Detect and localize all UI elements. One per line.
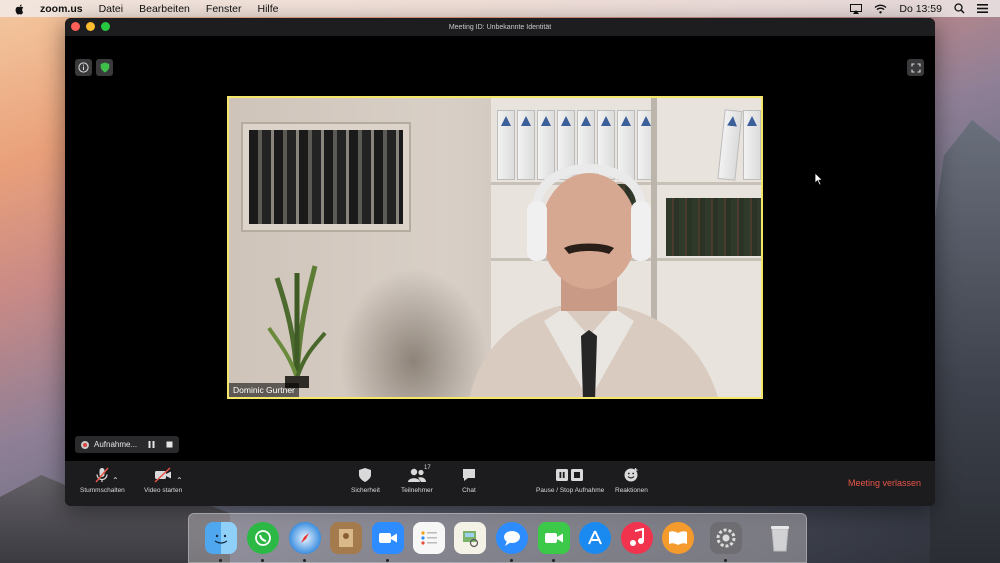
- finder-icon[interactable]: [205, 522, 237, 554]
- zoom-running-dot: [386, 559, 389, 562]
- mouse-cursor-icon: [814, 172, 824, 186]
- system-preferences-icon[interactable]: [710, 522, 742, 554]
- audio-options-chevron-up-icon[interactable]: ⌃: [112, 476, 119, 485]
- stop-recording-icon[interactable]: [166, 441, 173, 448]
- books-icon[interactable]: [662, 522, 694, 554]
- reactions-label: Reaktionen: [615, 487, 648, 494]
- wifi-icon[interactable]: [874, 4, 887, 14]
- plant-image: [267, 265, 327, 388]
- participant-name-label: Dominic Gurtner: [229, 383, 299, 397]
- security-shield-icon: [359, 468, 372, 482]
- security-button[interactable]: Sicherheit: [351, 467, 380, 494]
- menubar-clock[interactable]: Do 13:59: [899, 3, 942, 15]
- meeting-info-button[interactable]: [75, 59, 92, 76]
- reminders-icon[interactable]: [413, 522, 445, 554]
- video-options-chevron-up-icon[interactable]: ⌃: [176, 476, 183, 485]
- participant-person-image: [469, 164, 718, 397]
- microphone-muted-icon: [95, 467, 109, 483]
- spotlight-search-icon[interactable]: [954, 3, 965, 14]
- whatsapp-icon[interactable]: [247, 522, 279, 554]
- airplay-icon[interactable]: [850, 3, 863, 14]
- recording-dot-icon: [81, 440, 89, 449]
- chat-bubble-icon: [463, 469, 475, 481]
- info-icon: [78, 62, 89, 73]
- encryption-button[interactable]: [96, 59, 113, 76]
- zoom-icon[interactable]: [372, 522, 404, 554]
- contacts-icon[interactable]: [330, 522, 362, 554]
- notification-center-icon[interactable]: [977, 4, 988, 13]
- safari-running-dot: [303, 559, 306, 562]
- finder-running-dot: [219, 559, 222, 562]
- app-menu-zoom[interactable]: zoom.us: [40, 3, 83, 15]
- apple-menu-icon[interactable]: [14, 3, 26, 15]
- participants-button[interactable]: 17 Teilnehmer: [401, 465, 433, 494]
- facetime-running-dot: [552, 559, 555, 562]
- chat-label: Chat: [462, 487, 476, 494]
- wall-picture-frame: [241, 122, 411, 232]
- macos-dock: [188, 513, 807, 563]
- participant-video-tile[interactable]: Dominic Gurtner: [227, 96, 763, 399]
- preview-icon[interactable]: [454, 522, 486, 554]
- appstore-icon[interactable]: [579, 522, 611, 554]
- mute-label: Stummschalten: [80, 487, 125, 494]
- recording-label: Aufnahme...: [94, 440, 138, 449]
- wallpaper-mountain-right: [930, 120, 1000, 563]
- recording-indicator: Aufnahme...: [75, 436, 179, 453]
- fullscreen-button[interactable]: [907, 59, 924, 76]
- pause-stop-record-icon: [556, 469, 584, 481]
- music-icon[interactable]: [621, 522, 653, 554]
- security-label: Sicherheit: [351, 487, 380, 494]
- menu-bearbeiten[interactable]: Bearbeiten: [139, 3, 190, 15]
- meeting-toolbar: Stummschalten ⌃ Video starten ⌃ Sicherhe…: [65, 461, 935, 506]
- chat-button[interactable]: Chat: [461, 467, 477, 494]
- facetime-icon[interactable]: [538, 522, 570, 554]
- shield-icon: [100, 62, 109, 73]
- safari-icon[interactable]: [289, 522, 321, 554]
- pause-recording-icon[interactable]: [148, 441, 155, 448]
- system-preferences-running-dot: [724, 559, 727, 562]
- messages-running-dot: [510, 559, 513, 562]
- menu-fenster[interactable]: Fenster: [206, 3, 242, 15]
- video-off-icon: [154, 467, 172, 483]
- window-title: Meeting ID: Unbekannte Identität: [448, 23, 552, 31]
- minimize-window-button[interactable]: [86, 22, 95, 31]
- participants-count-badge: 17: [424, 465, 431, 471]
- menu-bar: zoom.us Datei Bearbeiten Fenster Hilfe D…: [0, 0, 1000, 17]
- trash-icon[interactable]: [764, 522, 796, 554]
- zoom-meeting-window: Meeting ID: Unbekannte Identität Dominic…: [65, 18, 935, 506]
- video-label: Video starten: [144, 487, 183, 494]
- participants-label: Teilnehmer: [401, 487, 433, 494]
- reactions-button[interactable]: Reaktionen: [615, 467, 648, 494]
- messages-icon[interactable]: [496, 522, 528, 554]
- close-window-button[interactable]: [71, 22, 80, 31]
- menu-hilfe[interactable]: Hilfe: [258, 3, 279, 15]
- menu-datei[interactable]: Datei: [99, 3, 124, 15]
- fullscreen-icon: [910, 62, 921, 73]
- leave-meeting-button[interactable]: Meeting verlassen: [848, 478, 921, 488]
- record-label: Pause / Stop Aufnahme: [536, 487, 605, 494]
- window-titlebar: Meeting ID: Unbekannte Identität: [65, 18, 935, 36]
- whatsapp-running-dot: [261, 559, 264, 562]
- pause-stop-recording-button[interactable]: Pause / Stop Aufnahme: [536, 467, 604, 494]
- zoom-window-button[interactable]: [101, 22, 110, 31]
- reactions-smiley-icon: [624, 468, 638, 482]
